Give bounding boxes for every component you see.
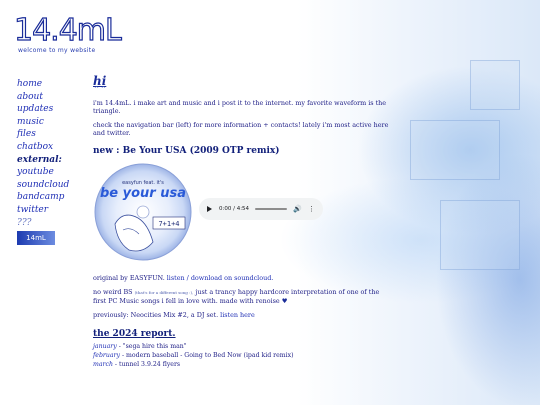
report-month: march <box>93 361 113 368</box>
site-button-badge[interactable]: 14mL <box>17 231 55 246</box>
report-row[interactable]: january - "sega hire this man" <box>93 342 393 351</box>
nav-note-text: check the navigation bar (left) for more… <box>93 121 389 137</box>
nav-link-about[interactable]: about <box>17 91 69 104</box>
background-window-pane <box>410 120 500 180</box>
report-list: january - "sega hire this man" february … <box>93 342 393 369</box>
nav-link-chatbox[interactable]: chatbox <box>17 141 69 154</box>
player-time: 0:00 / 4:54 <box>219 206 250 212</box>
release-media: easyfun feat. it's be your usa 7+1+4 0:0… <box>93 162 393 272</box>
soundcloud-link[interactable]: listen / download on soundcloud. <box>167 274 274 282</box>
report-entry: - modern baseball - Going to Bed Now (ip… <box>120 352 294 359</box>
report-row[interactable]: february - modern baseball - Going to Be… <box>93 351 393 360</box>
greeting-emoticon: ^ ^ <box>94 86 106 93</box>
report-month: january <box>93 343 117 350</box>
site-logo[interactable]: 14.4mL welcome to my website <box>13 13 122 54</box>
nav-link-youtube[interactable]: youtube <box>17 166 69 179</box>
background-window-pane <box>440 200 520 270</box>
report-heading[interactable]: the 2024 report. <box>93 329 393 339</box>
cd-artwork: easyfun feat. it's be your usa 7+1+4 <box>94 163 192 261</box>
credit-prefix: original by EASYFUN. <box>93 274 167 282</box>
new-release-title: new : Be Your USA (2009 OTP remix) <box>93 146 280 156</box>
sidebar-nav: home about updates music files chatbox e… <box>17 78 69 246</box>
nav-link-bandcamp[interactable]: bandcamp <box>17 191 69 204</box>
cd-center-hole <box>136 205 150 219</box>
listen-here-link[interactable]: listen here <box>220 311 255 319</box>
play-icon[interactable] <box>207 206 212 212</box>
nav-link-soundcloud[interactable]: soundcloud <box>17 179 69 192</box>
volume-icon[interactable]: 🔊 <box>293 205 302 213</box>
nav-link-updates[interactable]: updates <box>17 103 69 116</box>
credit-text: original by EASYFUN. listen / download o… <box>93 274 393 282</box>
report-row[interactable]: march - tunnel 3.9.24 flyers <box>93 360 393 369</box>
heart-icon: ♥ <box>281 297 288 305</box>
cd-title-text: be your usa <box>100 186 186 201</box>
more-options-icon[interactable]: ⋮ <box>308 205 315 213</box>
nav-link-twitter[interactable]: twitter <box>17 204 69 217</box>
intro-text: i'm 14.4mL. i make art and music and i p… <box>93 99 387 115</box>
description-text: no weird BS (that's for a different song… <box>93 288 393 305</box>
nav-link-music[interactable]: music <box>17 116 69 129</box>
audio-player[interactable]: 0:00 / 4:54 🔊 ⋮ <box>199 198 323 220</box>
background-window-pane <box>470 60 520 110</box>
description-part-a: no weird BS <box>93 288 135 296</box>
main-content: hi ^ ^ i'm 14.4mL. i make art and music … <box>93 74 393 369</box>
site-subtitle: welcome to my website <box>18 47 96 54</box>
site-title: 14.4mL <box>13 13 122 48</box>
cd-label-text: 7+1+4 <box>158 220 179 228</box>
description-aside: (that's for a different song :), <box>134 290 194 295</box>
nav-link-mystery[interactable]: ??? <box>17 217 69 230</box>
previously-text: previously: Neocities Mix #2, a DJ set. … <box>93 311 393 319</box>
player-progress-track[interactable] <box>255 208 288 210</box>
previously-prefix: previously: Neocities Mix #2, a DJ set. <box>93 311 221 319</box>
report-entry: - tunnel 3.9.24 flyers <box>112 361 181 368</box>
nav-link-home[interactable]: home <box>17 78 69 91</box>
report-month: february <box>93 352 120 359</box>
nav-heading-external: external: <box>17 154 62 165</box>
nav-link-files[interactable]: files <box>17 128 69 141</box>
report-entry: - "sega hire this man" <box>116 343 187 350</box>
